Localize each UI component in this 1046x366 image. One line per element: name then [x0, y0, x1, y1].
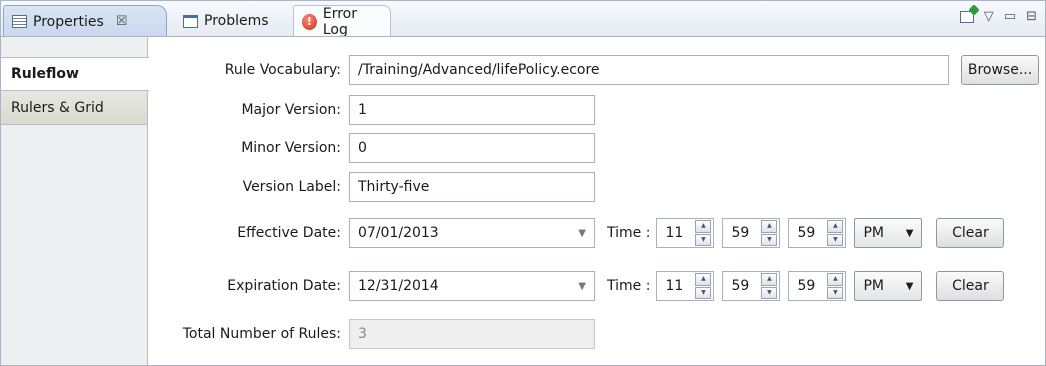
expiration-clear-button[interactable]: Clear: [936, 271, 1005, 301]
spin-down-icon[interactable]: ▼: [827, 286, 844, 299]
expiration-ampm-value: PM: [863, 278, 884, 294]
properties-view: Ruleflow Rulers & Grid Rule Vocabulary: …: [0, 36, 1046, 366]
effective-clear-button[interactable]: Clear: [936, 218, 1005, 248]
version-label-label: Version Label:: [242, 179, 341, 195]
effective-date-row: Effective Date: 07/01/2013 ▼ Time : 11 ▲…: [149, 218, 1005, 248]
spin-up-icon[interactable]: ▲: [827, 273, 844, 286]
expiration-date-label: Expiration Date:: [227, 278, 341, 294]
effective-second-spinner[interactable]: 59 ▲ ▼: [788, 218, 847, 248]
effective-ampm-select[interactable]: PM ▼: [854, 218, 923, 248]
effective-date-value: 07/01/2013: [358, 225, 439, 241]
error-log-icon: !: [302, 13, 317, 30]
minor-version-row: Minor Version: 0: [149, 133, 595, 163]
version-label-value: Thirty-five: [358, 179, 430, 195]
spin-down-icon[interactable]: ▼: [827, 233, 844, 246]
rule-vocabulary-row: Rule Vocabulary: /Training/Advanced/life…: [149, 55, 1039, 85]
expiration-minute-spinner[interactable]: 59 ▲ ▼: [722, 271, 781, 301]
view-tab-bar: Properties ☒ Problems ! Error Log ▽ ▭ ⊟: [0, 0, 1046, 38]
ruleflow-form: Rule Vocabulary: /Training/Advanced/life…: [149, 37, 1045, 365]
expiration-time-label: Time :: [607, 278, 651, 294]
minor-version-label: Minor Version:: [241, 140, 341, 156]
version-label-row: Version Label: Thirty-five: [149, 172, 595, 202]
rule-vocabulary-label: Rule Vocabulary:: [224, 62, 341, 78]
effective-hour-value: 11: [665, 225, 684, 241]
effective-hour-spinner[interactable]: 11 ▲ ▼: [656, 218, 715, 248]
chevron-down-icon: ▼: [905, 280, 914, 292]
expiration-hour-value: 11: [665, 278, 684, 294]
rule-vocabulary-value: /Training/Advanced/lifePolicy.ecore: [358, 62, 600, 78]
spin-down-icon[interactable]: ▼: [695, 286, 712, 299]
maximize-icon[interactable]: ⊟: [1026, 9, 1037, 24]
dropdown-arrow-icon[interactable]: ▼: [578, 281, 586, 292]
expiration-second-spinner[interactable]: 59 ▲ ▼: [788, 271, 847, 301]
tab-properties[interactable]: Properties ☒: [3, 5, 167, 37]
minimize-icon[interactable]: ▭: [1004, 9, 1016, 24]
total-rules-row: Total Number of Rules: 3: [149, 319, 595, 349]
effective-second-value: 59: [797, 225, 816, 241]
major-version-field[interactable]: 1: [349, 95, 595, 125]
effective-minute-value: 59: [731, 225, 750, 241]
browse-button[interactable]: Browse...: [961, 55, 1039, 85]
pin-icon[interactable]: [959, 10, 974, 23]
sidebar-item-ruleflow[interactable]: Ruleflow: [1, 57, 149, 91]
minor-version-value: 0: [358, 140, 367, 156]
spin-down-icon[interactable]: ▼: [695, 233, 712, 246]
total-rules-value: 3: [358, 326, 367, 342]
expiration-date-row: Expiration Date: 12/31/2014 ▼ Time : 11 …: [149, 271, 1005, 301]
effective-time-label: Time :: [607, 225, 651, 241]
spin-up-icon[interactable]: ▲: [695, 273, 712, 286]
expiration-second-value: 59: [797, 278, 816, 294]
expiration-hour-spinner[interactable]: 11 ▲ ▼: [656, 271, 715, 301]
tab-problems[interactable]: Problems: [175, 5, 293, 37]
close-icon[interactable]: ☒: [116, 14, 128, 29]
expiration-minute-value: 59: [731, 278, 750, 294]
problems-icon: [183, 14, 198, 28]
sidebar-item-rulers-grid[interactable]: Rulers & Grid: [1, 91, 147, 125]
version-label-field[interactable]: Thirty-five: [349, 172, 595, 202]
sidebar-item-label: Ruleflow: [11, 66, 79, 82]
expiration-date-value: 12/31/2014: [358, 278, 439, 294]
effective-date-label: Effective Date:: [237, 225, 341, 241]
view-toolbar: ▽ ▭ ⊟: [959, 9, 1037, 24]
spin-down-icon[interactable]: ▼: [761, 286, 778, 299]
spin-up-icon[interactable]: ▲: [761, 273, 778, 286]
spin-up-icon[interactable]: ▲: [827, 220, 844, 233]
dropdown-arrow-icon[interactable]: ▼: [578, 228, 586, 239]
tab-problems-label: Problems: [204, 13, 269, 29]
expiration-ampm-select[interactable]: PM ▼: [854, 271, 923, 301]
effective-ampm-value: PM: [863, 225, 884, 241]
rule-vocabulary-field[interactable]: /Training/Advanced/lifePolicy.ecore: [349, 55, 949, 85]
effective-date-combo[interactable]: 07/01/2013 ▼: [349, 218, 595, 248]
tab-properties-label: Properties: [33, 13, 104, 30]
spin-up-icon[interactable]: ▲: [695, 220, 712, 233]
spin-up-icon[interactable]: ▲: [761, 220, 778, 233]
tab-error-log-label: Error Log: [322, 5, 357, 38]
chevron-down-icon: ▼: [905, 227, 914, 239]
total-rules-label: Total Number of Rules:: [182, 326, 341, 342]
properties-icon: [12, 15, 27, 28]
major-version-label: Major Version:: [241, 102, 341, 118]
expiration-date-combo[interactable]: 12/31/2014 ▼: [349, 271, 595, 301]
major-version-value: 1: [358, 102, 367, 118]
minor-version-field[interactable]: 0: [349, 133, 595, 163]
properties-sidebar: Ruleflow Rulers & Grid: [1, 37, 149, 365]
total-rules-field: 3: [349, 319, 595, 349]
major-version-row: Major Version: 1: [149, 95, 595, 125]
tab-error-log[interactable]: ! Error Log: [293, 5, 391, 38]
spin-down-icon[interactable]: ▼: [761, 233, 778, 246]
effective-minute-spinner[interactable]: 59 ▲ ▼: [722, 218, 781, 248]
view-menu-icon[interactable]: ▽: [984, 9, 994, 24]
sidebar-item-label: Rulers & Grid: [11, 99, 104, 116]
